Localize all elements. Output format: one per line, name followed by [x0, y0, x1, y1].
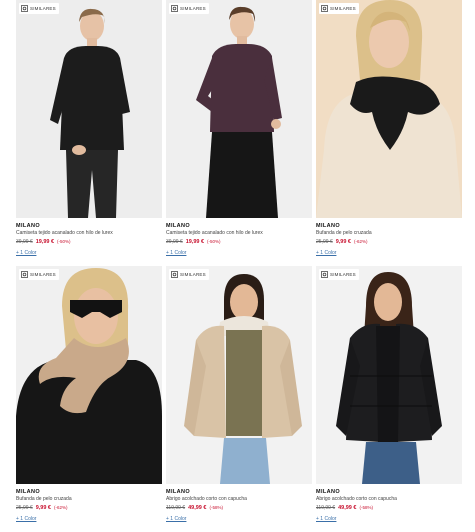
discount-badge: (-58%)	[209, 505, 223, 510]
similar-icon	[321, 271, 328, 278]
more-colors-link[interactable]: + 1 Color	[316, 247, 462, 259]
product-image[interactable]: SIMILARES	[16, 266, 162, 484]
product-image[interactable]: SIMILARES	[316, 0, 462, 218]
more-colors-link[interactable]: + 1 Color	[316, 513, 462, 525]
discount-badge: (-62%)	[353, 239, 368, 244]
product-name[interactable]: Abrigo acolchado corto con capucha	[316, 496, 462, 503]
more-colors-link[interactable]: + 1 Color	[16, 247, 162, 259]
product-brand: MILANO	[166, 223, 191, 229]
old-price: 39,99 €	[166, 239, 183, 245]
model-photo	[16, 0, 162, 218]
discount-badge: (-50%)	[207, 239, 221, 244]
product-name[interactable]: Bufanda de pelo cruzada	[316, 230, 462, 237]
product-image[interactable]: SIMILARES	[316, 266, 462, 484]
similar-badge[interactable]: SIMILARES	[169, 3, 209, 14]
similar-label: SIMILARES	[30, 6, 56, 11]
sale-price: 19,99 €	[35, 239, 55, 245]
old-price: 119,99 €	[316, 505, 336, 511]
similar-icon	[171, 271, 178, 278]
product-brand: MILANO	[16, 489, 41, 495]
product-card[interactable]: SIMILARES MILANO Camiseta tejido acanala…	[16, 0, 162, 266]
sale-price: 49,99 €	[188, 505, 207, 511]
product-card[interactable]: SIMILARES MILANO Bufanda de pelo cruzada…	[316, 0, 462, 266]
old-price: 39,99 €	[16, 239, 33, 245]
similar-icon	[171, 5, 178, 12]
model-photo	[166, 0, 312, 218]
model-photo	[316, 0, 462, 218]
product-brand: MILANO	[316, 223, 341, 229]
old-price: 119,99 €	[166, 505, 186, 511]
similar-label: SIMILARES	[180, 6, 206, 11]
product-image[interactable]: SIMILARES	[16, 0, 162, 218]
discount-badge: (-50%)	[57, 239, 71, 244]
product-card[interactable]: SIMILARES MILANO Bufanda de pelo cruzada…	[16, 266, 162, 532]
model-photo	[166, 266, 312, 484]
similar-label: SIMILARES	[330, 6, 356, 11]
similar-icon	[21, 271, 28, 278]
more-colors-link[interactable]: + 1 Color	[166, 247, 312, 259]
old-price: 25,99 €	[316, 239, 333, 245]
similar-icon	[21, 5, 28, 12]
similar-badge[interactable]: SIMILARES	[19, 3, 59, 14]
product-image[interactable]: SIMILARES	[166, 266, 312, 484]
discount-badge: (-58%)	[359, 505, 373, 510]
product-name[interactable]: Camiseta tejido acanalado con hilo de lu…	[166, 230, 312, 237]
product-name[interactable]: Abrigo acolchado corto con capucha	[166, 496, 312, 503]
product-brand: MILANO	[166, 489, 191, 495]
similar-label: SIMILARES	[330, 272, 356, 277]
more-colors-link[interactable]: + 1 Color	[16, 513, 162, 525]
old-price: 25,99 €	[16, 505, 33, 511]
discount-badge: (-62%)	[53, 505, 68, 510]
similar-badge[interactable]: SIMILARES	[319, 269, 359, 280]
sale-price: 19,99 €	[185, 239, 205, 245]
similar-icon	[321, 5, 328, 12]
sale-price: 9,99 €	[335, 239, 351, 245]
product-image[interactable]: SIMILARES	[166, 0, 312, 218]
product-grid: SIMILARES MILANO Camiseta tejido acanala…	[16, 0, 462, 532]
product-brand: MILANO	[316, 489, 341, 495]
more-colors-link[interactable]: + 1 Color	[166, 513, 312, 525]
product-name[interactable]: Camiseta tejido acanalado con hilo de lu…	[16, 230, 162, 237]
model-photo	[316, 266, 462, 484]
model-photo	[16, 266, 162, 484]
similar-badge[interactable]: SIMILARES	[169, 269, 209, 280]
product-card[interactable]: SIMILARES MILANO Abrigo acolchado corto …	[316, 266, 462, 532]
similar-label: SIMILARES	[30, 272, 56, 277]
sale-price: 49,99 €	[338, 505, 357, 511]
sale-price: 9,99 €	[35, 505, 51, 511]
similar-label: SIMILARES	[180, 272, 206, 277]
product-card[interactable]: SIMILARES MILANO Abrigo acolchado corto …	[166, 266, 312, 532]
similar-badge[interactable]: SIMILARES	[19, 269, 59, 280]
product-card[interactable]: SIMILARES MILANO Camiseta tejido acanala…	[166, 0, 312, 266]
similar-badge[interactable]: SIMILARES	[319, 3, 359, 14]
product-name[interactable]: Bufanda de pelo cruzada	[16, 496, 162, 503]
product-brand: MILANO	[16, 223, 41, 229]
